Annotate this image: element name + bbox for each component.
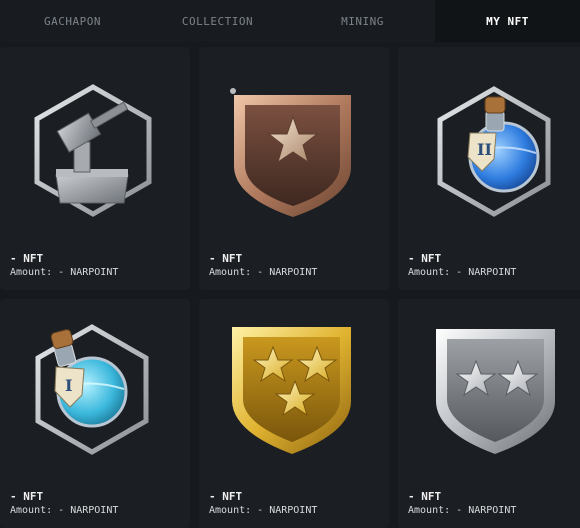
gold-shield-icon: [199, 299, 389, 489]
nft-card-blue-potion[interactable]: II - NFT Amount: - NARPOINT: [398, 47, 580, 290]
cyan-potion-i-icon: I: [0, 299, 190, 489]
nft-card-silver-shield[interactable]: - NFT Amount: - NARPOINT: [398, 299, 580, 528]
tab-bar: GACHAPON COLLECTION MINING MY NFT: [0, 0, 580, 42]
tab-gachapon[interactable]: GACHAPON: [0, 0, 145, 42]
tab-collection[interactable]: COLLECTION: [145, 0, 290, 42]
nft-amount: Amount: - NARPOINT: [10, 267, 119, 278]
nft-amount: Amount: - NARPOINT: [209, 505, 318, 516]
nft-amount: Amount: - NARPOINT: [10, 505, 119, 516]
silver-shield-icon: [398, 299, 580, 489]
nft-grid: - NFT Amount: - NARPOINT - NFT Amount: -…: [0, 42, 580, 528]
nft-amount: Amount: - NARPOINT: [209, 267, 318, 278]
tab-mining[interactable]: MINING: [290, 0, 435, 42]
nft-name: - NFT: [209, 252, 243, 265]
nft-name: - NFT: [10, 252, 44, 265]
bronze-shield-icon: [199, 47, 389, 237]
nft-amount: Amount: - NARPOINT: [408, 505, 517, 516]
nft-name: - NFT: [209, 490, 243, 503]
nft-name: - NFT: [408, 252, 442, 265]
my-nft-app: GACHAPON COLLECTION MINING MY NFT - NFT …: [0, 0, 580, 528]
nft-card-gold-shield[interactable]: - NFT Amount: - NARPOINT: [199, 299, 389, 528]
tab-my-nft[interactable]: MY NFT: [435, 0, 580, 42]
nft-amount: Amount: - NARPOINT: [408, 267, 517, 278]
hammer-icon: [0, 47, 190, 237]
nft-name: - NFT: [408, 490, 442, 503]
blue-potion-ii-icon: II: [398, 47, 580, 237]
nft-card-hammer[interactable]: - NFT Amount: - NARPOINT: [0, 47, 190, 290]
svg-text:I: I: [65, 376, 72, 395]
nft-name: - NFT: [10, 490, 44, 503]
nft-card-cyan-potion[interactable]: I - NFT Amount: - NARPOINT: [0, 299, 190, 528]
svg-text:II: II: [477, 140, 492, 159]
nft-card-bronze-shield[interactable]: - NFT Amount: - NARPOINT: [199, 47, 389, 290]
